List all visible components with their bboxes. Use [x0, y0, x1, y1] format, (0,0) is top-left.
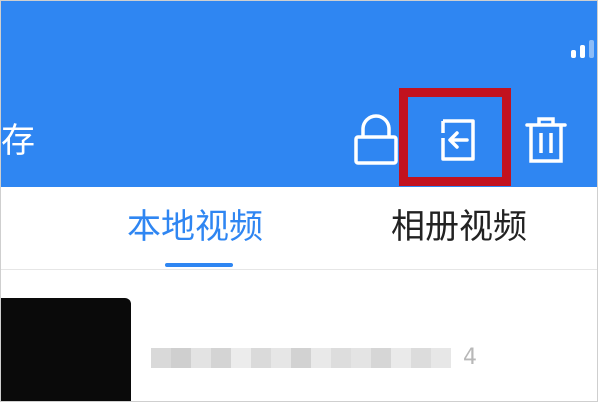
tab-offscreen-partial: ▯	[1, 207, 2, 247]
tab-album-videos[interactable]: 相册视频	[391, 207, 527, 247]
phone-screen: 存 ▯ 本地视频 相册视频	[0, 0, 598, 402]
tab-indicator	[165, 263, 233, 267]
tab-local-videos[interactable]: 本地视频	[127, 207, 263, 247]
video-list: 4	[1, 270, 597, 401]
lock-icon[interactable]	[351, 111, 401, 169]
trash-icon[interactable]	[521, 111, 571, 169]
blurred-video-title	[151, 348, 461, 368]
video-title-tail: 4	[463, 345, 477, 370]
app-header: 存	[1, 1, 597, 187]
video-thumbnail[interactable]	[1, 298, 131, 401]
tab-bar: ▯ 本地视频 相册视频	[1, 187, 597, 269]
cellular-signal-icon	[571, 34, 597, 58]
toolbar-title: 存	[1, 121, 36, 161]
import-button-highlight	[399, 88, 511, 186]
